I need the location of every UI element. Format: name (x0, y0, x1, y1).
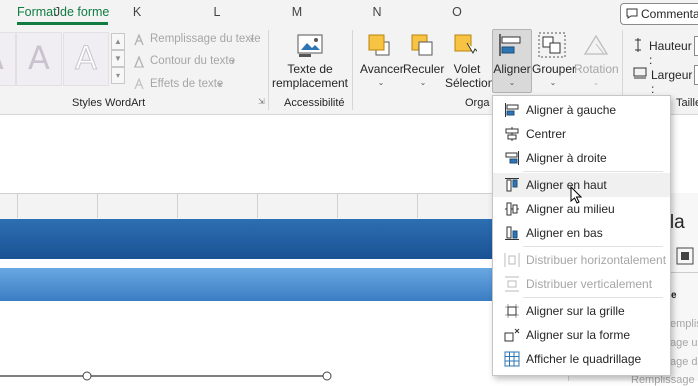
column-header-l[interactable]: L (202, 5, 232, 19)
align-button-label: Aligner ⌄ (492, 62, 532, 90)
width-label: Largeur : (651, 68, 693, 96)
comments-label: Commentaires (641, 7, 698, 21)
column-header-j[interactable]: J (42, 5, 72, 19)
chevron-down-icon: ▾ (250, 35, 255, 44)
menu-separator (523, 246, 663, 247)
chevron-down-icon: ▾ (218, 80, 223, 89)
distribute-horizontal-icon (504, 252, 520, 268)
snap-grid-icon (504, 303, 520, 319)
chevron-down-icon: ▾ (231, 57, 236, 66)
align-icon (498, 33, 524, 57)
height-label: Hauteur : (649, 39, 692, 67)
group-separator (352, 30, 353, 110)
text-fill-icon (133, 34, 145, 46)
rotate-icon (582, 32, 610, 58)
alt-text-button[interactable]: Texte de remplacement (270, 62, 350, 90)
pane-section-marker: e (671, 290, 677, 301)
active-tab-underline (17, 22, 108, 25)
column-divider (97, 193, 98, 218)
group-separator (268, 30, 269, 110)
column-divider (177, 193, 178, 218)
menu-item-snap-to-grid[interactable]: Aligner sur la grille (493, 299, 670, 323)
wordart-style-2[interactable]: A (16, 32, 62, 86)
dialog-launcher-icon[interactable]: ⇲ (258, 97, 265, 106)
menu-item-distribute-horizontal[interactable]: Distribuer horizontalement (493, 248, 670, 272)
column-divider (337, 193, 338, 218)
pane-option[interactable]: age u (670, 337, 698, 349)
align-top-icon (504, 177, 520, 193)
align-left-icon (504, 102, 520, 118)
selected-line-shape[interactable] (0, 368, 340, 381)
group-label-accessibility: Accessibilité (284, 97, 345, 109)
dark-blue-shape[interactable] (0, 219, 570, 259)
wordart-style-3[interactable]: A (63, 32, 109, 86)
mouse-cursor-icon (570, 186, 582, 204)
chevron-down-icon: ⌄ (508, 78, 516, 87)
height-input[interactable] (694, 36, 698, 56)
selection-pane-icon (453, 33, 477, 57)
column-header-k[interactable]: K (122, 5, 152, 19)
align-dropdown-menu: Aligner à gauche Centrer Aligner à droit… (492, 95, 671, 376)
menu-item-align-bottom[interactable]: Aligner en bas (493, 221, 670, 245)
gallery-down-button[interactable]: ▼ (111, 50, 125, 67)
send-backward-icon (410, 33, 434, 57)
gridlines-icon (504, 351, 520, 367)
menu-item-show-gridlines[interactable]: Afficher le quadrillage (493, 347, 670, 371)
menu-item-center[interactable]: Centrer (493, 122, 670, 146)
text-outline-icon (133, 56, 145, 68)
group-objects-icon (538, 32, 566, 58)
gallery-up-button[interactable]: ▲ (111, 33, 125, 50)
column-header-n[interactable]: N (362, 5, 392, 19)
menu-item-align-left[interactable]: Aligner à gauche (493, 98, 670, 122)
text-outline-menu[interactable]: Contour du texte (150, 55, 235, 67)
column-divider (257, 193, 258, 218)
snap-shape-icon (504, 327, 520, 343)
width-icon (633, 67, 647, 79)
rotate-button[interactable]: Rotation ⌄ (574, 62, 619, 90)
group-label-size: Taille (676, 97, 698, 109)
width-input[interactable] (694, 65, 698, 85)
column-header-o[interactable]: O (442, 5, 472, 19)
wordart-style-1[interactable]: A (0, 32, 16, 86)
chevron-down-icon: ⌄ (377, 78, 385, 87)
send-backward-button[interactable]: Reculer ⌄ (403, 62, 444, 90)
menu-separator (523, 171, 663, 172)
text-effects-menu[interactable]: Effets de texte (150, 78, 223, 90)
group-button[interactable]: Grouper ⌄ (532, 62, 576, 90)
column-divider (417, 193, 418, 218)
pane-option[interactable]: age d (670, 356, 698, 368)
comments-button[interactable]: Commentaires (620, 3, 698, 25)
align-right-icon (504, 150, 520, 166)
align-center-icon (504, 126, 520, 142)
light-blue-shape[interactable] (0, 268, 570, 301)
column-divider (17, 193, 18, 218)
column-header-m[interactable]: M (282, 5, 312, 19)
pane-divider (669, 272, 698, 273)
menu-separator (523, 297, 663, 298)
gallery-more-button[interactable]: ▾ (111, 67, 125, 84)
text-effects-icon (133, 78, 145, 90)
text-fill-menu[interactable]: Remplissage du texte (150, 33, 261, 45)
size-properties-icon[interactable] (676, 247, 694, 265)
comment-icon (626, 8, 638, 19)
bring-forward-button[interactable]: Avancer ⌄ (360, 62, 404, 90)
bring-forward-icon (367, 33, 391, 57)
height-icon (633, 38, 643, 52)
chevron-down-icon: ⌄ (419, 78, 427, 87)
chevron-down-icon: ⌄ (592, 78, 600, 87)
align-bottom-icon (504, 225, 520, 241)
menu-item-distribute-vertical[interactable]: Distribuer verticalement (493, 272, 670, 296)
chevron-down-icon: ⌄ (549, 78, 557, 87)
selection-pane-button[interactable]: Volet Sélection (445, 62, 494, 90)
distribute-vertical-icon (504, 276, 520, 292)
align-middle-icon (504, 201, 520, 217)
group-label-arrange: Orga (465, 97, 490, 109)
menu-item-align-right[interactable]: Aligner à droite (493, 146, 670, 170)
pane-option[interactable]: emplis (670, 318, 698, 330)
group-label-wordart: Styles WordArt (72, 97, 146, 109)
alt-text-icon (297, 34, 323, 58)
menu-item-snap-to-shape[interactable]: Aligner sur la forme (493, 323, 670, 347)
